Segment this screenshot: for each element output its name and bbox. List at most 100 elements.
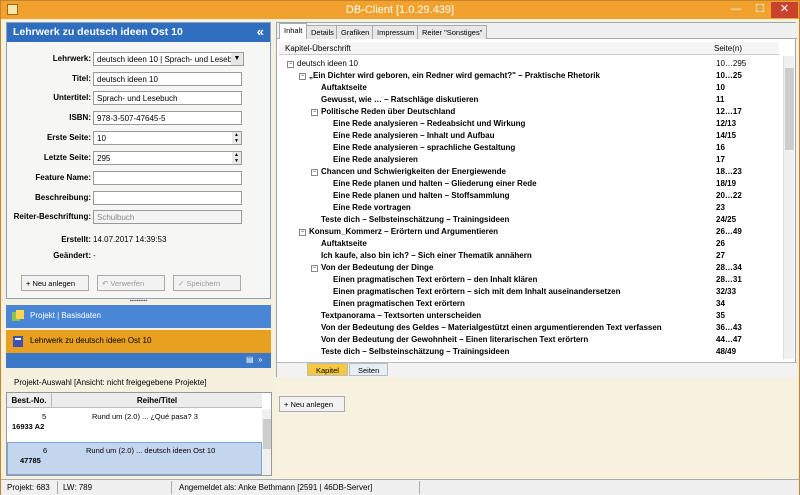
erstellt-row: Erstellt: 14.07.2017 14:39:53 (7, 233, 267, 247)
new-button[interactable]: + Neu anlegen (21, 275, 89, 291)
discard-button[interactable]: ↶ Verwerfen (97, 275, 165, 291)
letzte-seite-input[interactable]: 295 ▲ ▼ (93, 151, 242, 165)
tab-kapitel[interactable]: Kapitel (307, 363, 348, 376)
chapter-pages: 12/13 (716, 119, 737, 128)
erste-seite-input[interactable]: 10 ▲ ▼ (93, 131, 242, 145)
best-no-cell: 16933 A2 (12, 422, 45, 431)
tab-grafiken[interactable]: Grafiken (336, 25, 375, 39)
tree-node[interactable]: Ich kaufe, also bin ich? – Sich einer Th… (311, 251, 532, 263)
tree-node[interactable]: Einen pragmatischen Text erörtern – sich… (323, 287, 621, 299)
panel-header: Lehrwerk zu deutsch ideen Ost 10 « (7, 23, 270, 42)
spinner-icon[interactable]: ▲ ▼ (232, 132, 241, 144)
tree-node[interactable]: Auftaktseite (311, 83, 367, 95)
chapter-title: Eine Rede planen und halten – Gliederung… (333, 179, 537, 188)
tree-node[interactable]: − deutsch ideen 10 (287, 59, 358, 71)
tree-scrollbar[interactable] (783, 56, 794, 359)
column-header-best-no[interactable]: Best.-No. (7, 393, 52, 408)
best-no-cell: 6 (43, 446, 48, 455)
title-cell: Rund um (2.0) ... ¿Qué pasa? 3 (92, 412, 198, 421)
tree-node[interactable]: Von der Bedeutung des Geldes – Materialg… (311, 323, 662, 335)
chapter-title: Eine Rede vortragen (333, 203, 411, 212)
nav-lehrwerk[interactable]: Lehrwerk zu deutsch ideen Ost 10 (6, 330, 271, 353)
table-row[interactable]: 5 16933 A2 Rund um (2.0) ... ¿Qué pasa? … (7, 409, 262, 441)
reiter-label: Reiter-Beschriftung: (13, 212, 91, 221)
collapse-toggle-icon[interactable]: − (299, 73, 306, 80)
tab-sonstiges[interactable]: Reiter "Sonstiges" (417, 25, 488, 39)
tree-node[interactable]: Eine Rede analysieren – sprachliche Gest… (323, 143, 515, 155)
collapse-toggle-icon[interactable]: − (311, 109, 318, 116)
tree-node[interactable]: Auftaktseite (311, 239, 367, 251)
tab-impressum[interactable]: Impressum (372, 25, 420, 39)
lehrwerk-select[interactable]: deutsch ideen 10 | Sprach- und Lesebuch … (93, 52, 244, 66)
close-button[interactable]: ✕ (771, 2, 798, 18)
collapse-toggle-icon[interactable]: − (287, 61, 294, 68)
minimize-button[interactable]: — (725, 2, 747, 18)
table-scrollbar[interactable] (262, 409, 271, 475)
tree-node[interactable]: Von der Bedeutung der Gewohnheit – Einen… (311, 335, 588, 347)
column-header-title[interactable]: Reihe/Titel (52, 393, 262, 408)
options-icon[interactable]: ▤ (246, 355, 254, 364)
new-chapter-button[interactable]: + Neu anlegen (279, 396, 345, 412)
tree-node[interactable]: Teste dich – Selbsteinschätzung – Traini… (311, 347, 509, 359)
titel-input[interactable]: deutsch ideen 10 (93, 72, 242, 86)
isbn-input[interactable]: 978-3-507-47645-5 (93, 111, 242, 125)
chapter-pages: 36…43 (716, 323, 742, 332)
feature-label: Feature Name: (35, 173, 91, 182)
discard-button-label: Verwerfen (110, 279, 145, 288)
chapter-pages: 17 (716, 155, 725, 164)
column-header-pages[interactable]: Seite(n) (714, 44, 742, 53)
splitter-handle[interactable]: ▪▪▪▪▪▪▪▪▪▪ (6, 299, 271, 304)
chevron-down-icon[interactable]: ▼ (231, 53, 243, 65)
table-row[interactable]: 6 47785 Rund um (2.0) ... deutsch ideen … (7, 442, 262, 475)
tree-node[interactable]: Einen pragmatischen Text erörtern (323, 299, 465, 311)
chapter-title: Von der Bedeutung der Gewohnheit – Einen… (321, 335, 589, 344)
new-button-label: Neu anlegen (32, 279, 76, 288)
tree-node[interactable]: Gewusst, wie … – Ratschläge diskutieren (311, 95, 478, 107)
tree-node[interactable]: Eine Rede vortragen (323, 203, 411, 215)
nav-projekt-label: Projekt | Basisdaten (30, 311, 102, 320)
collapse-toggle-icon[interactable]: − (299, 229, 306, 236)
collapse-icon[interactable]: « (257, 24, 264, 39)
tree-node[interactable]: Eine Rede analysieren – Inhalt und Aufba… (323, 131, 495, 143)
scrollbar-thumb[interactable] (785, 68, 794, 150)
collapse-toggle-icon[interactable]: − (311, 169, 318, 176)
feature-input[interactable] (93, 171, 242, 185)
column-header-chapter[interactable]: Kapitel-Überschrift (285, 44, 351, 53)
tree-node[interactable]: Teste dich – Selbsteinschätzung – Traini… (311, 215, 509, 227)
collapse-toggle-icon[interactable]: − (311, 265, 318, 272)
spinner-icon[interactable]: ▲ ▼ (232, 152, 241, 164)
status-projekt: Projekt: 683 (7, 483, 50, 492)
project-selection-label: Projekt-Auswahl [Ansicht: nicht freigege… (14, 378, 207, 387)
chapter-title: „Ein Dichter wird geboren, ein Redner wi… (309, 71, 600, 80)
reiter-input[interactable]: Schulbuch (93, 210, 242, 224)
tab-details[interactable]: Details (306, 25, 339, 39)
nav-projekt[interactable]: Projekt | Basisdaten (6, 305, 271, 328)
tree-node[interactable]: − Von der Bedeutung der Dinge (311, 263, 433, 275)
title-bar: DB-Client [1.0.29.439] — ☐ ✕ (1, 1, 799, 19)
window-title: DB-Client [1.0.29.439] (345, 4, 455, 16)
tree-node[interactable]: − Konsum_Kommerz – Erörtern und Argumenti… (299, 227, 498, 239)
tab-inhalt[interactable]: Inhalt (279, 23, 308, 39)
untertitel-input[interactable]: Sprach- und Lesebuch (93, 91, 242, 105)
tree-node[interactable]: Textpanorama – Textsorten unterscheiden (311, 311, 481, 323)
tree-node[interactable]: − Politische Reden über Deutschland (311, 107, 455, 119)
nav-toolbar: ▤ » (6, 353, 271, 368)
isbn-row: ISBN: 978-3-507-47645-5 (7, 111, 267, 125)
tree-node[interactable]: Eine Rede planen und halten – Gliederung… (323, 179, 537, 191)
tree-node[interactable]: Eine Rede planen und halten – Stoffsamml… (323, 191, 509, 203)
maximize-button[interactable]: ☐ (749, 2, 771, 18)
save-button[interactable]: ✓ Speichern (173, 275, 241, 291)
tab-seiten[interactable]: Seiten (349, 363, 389, 376)
save-button-label: Speichern (186, 279, 221, 288)
tree-node[interactable]: Eine Rede analysieren – Redeabsicht und … (323, 119, 525, 131)
tree-node[interactable]: Einen pragmatischen Text erörtern – den … (323, 275, 537, 287)
tree-node[interactable]: − „Ein Dichter wird geboren, ein Redner w… (299, 71, 600, 83)
chevron-right-icon[interactable]: » (258, 355, 262, 364)
untertitel-label: Untertitel: (53, 93, 91, 102)
tree-node[interactable]: Eine Rede analysieren (323, 155, 418, 167)
best-no-cell: 47785 (20, 456, 41, 465)
erste-seite-label: Erste Seite: (46, 133, 91, 142)
chapter-pages: 48/49 (716, 347, 737, 356)
beschreibung-input[interactable] (93, 191, 242, 205)
tree-node[interactable]: − Chancen und Schwierigkeiten der Energie… (311, 167, 506, 179)
